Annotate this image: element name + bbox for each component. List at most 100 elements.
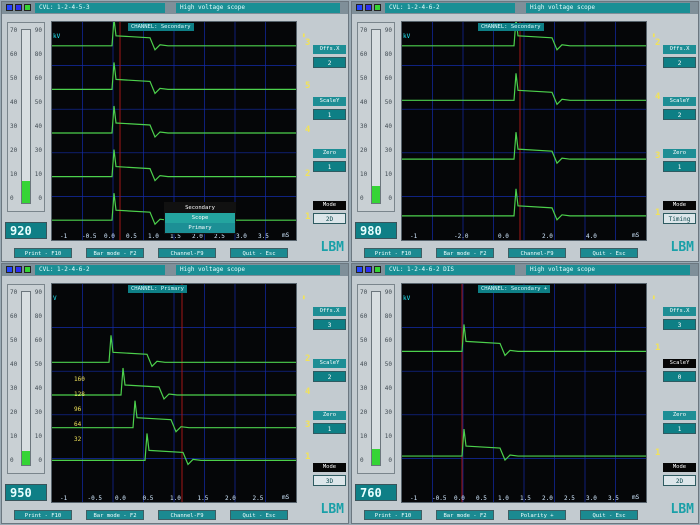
window-icon: [374, 266, 381, 273]
gauge-fill: [22, 451, 30, 465]
gauge-scale-right: 0: [38, 457, 42, 464]
x-tick-label: 2.5: [564, 495, 575, 502]
dropdown-item[interactable]: Primary: [165, 223, 235, 233]
bottom-button[interactable]: Print - F10: [14, 510, 72, 520]
bottom-button[interactable]: Bar mode - F2: [436, 510, 494, 520]
control-value[interactable]: Timing: [663, 213, 696, 224]
control-label: Zero: [313, 411, 346, 420]
gauge-scale-left: 60: [360, 313, 368, 320]
control-value[interactable]: 1: [313, 161, 346, 172]
bottom-button[interactable]: Bar mode - F2: [86, 510, 144, 520]
control-value[interactable]: 2D: [313, 213, 346, 224]
value-readout: 760: [355, 484, 397, 501]
channel-label: CHANNEL:: [481, 286, 511, 292]
app-root: CVL: 1-2-4-5-3 High voltage scope 70 60 50 40…: [0, 0, 700, 525]
brand-logo: LBM: [670, 240, 694, 255]
control-value[interactable]: 1: [313, 109, 346, 120]
window-icon: [374, 4, 381, 11]
gauge-scale-right: 90: [34, 289, 42, 296]
bottom-button[interactable]: Quit - Esc: [580, 248, 638, 258]
x-tick-label: 1.0: [148, 233, 159, 240]
trace-bank-number: 3: [305, 37, 311, 48]
x-tick-label: -1: [410, 233, 418, 240]
control-value[interactable]: 3D: [313, 475, 346, 486]
bottom-button[interactable]: Print - F10: [14, 248, 72, 258]
control-value[interactable]: 3: [313, 319, 346, 330]
gauge-scale-left: 30: [360, 123, 368, 130]
bottom-button[interactable]: Bar mode - F2: [436, 248, 494, 258]
trace-bank-number: 1: [655, 448, 661, 459]
cvl-title: CVL: 1-2-4-6-2 DIS: [385, 265, 515, 275]
x-tick-label: 0.0: [454, 495, 465, 502]
x-tick-label: 2.5: [252, 495, 264, 502]
scope-screen: [51, 283, 297, 503]
gauge-scale-left: 0: [360, 457, 364, 464]
control-value[interactable]: 1: [663, 423, 696, 434]
control-label: ScaleY: [663, 359, 696, 368]
gauge-scale-left: 10: [10, 433, 18, 440]
dropdown-item[interactable]: Scope: [165, 213, 235, 223]
cvl-title: CVL: 1-2-4-6-2: [35, 265, 165, 275]
window-icon: [365, 266, 372, 273]
bottom-button[interactable]: Bar mode - F2: [86, 248, 144, 258]
gauge-scale-right: 10: [384, 171, 392, 178]
channel-dropdown[interactable]: Secondary Scope Primary: [164, 202, 236, 234]
gauge-scale-right: 90: [34, 27, 42, 34]
bottom-button[interactable]: Quit - Esc: [230, 510, 288, 520]
bottom-button[interactable]: Quit - Esc: [230, 248, 288, 258]
gauge-scale-right: 0: [388, 195, 392, 202]
control-label: Zero: [663, 411, 696, 420]
trace-bank-number: 3: [655, 151, 661, 162]
trace-bank-number: 2: [305, 354, 311, 365]
control-value[interactable]: 2: [313, 57, 346, 68]
control-value[interactable]: 2: [313, 371, 346, 382]
dropdown-item[interactable]: Secondary: [165, 203, 235, 213]
gauge-scale-right: 40: [384, 385, 392, 392]
gauge-bar: [371, 291, 381, 466]
gauge-scale-right: 40: [384, 123, 392, 130]
level-gauge: 70 60 50 40 30 20 10 0 90 80 60 50 40 30 10 0: [357, 284, 395, 474]
control-value[interactable]: 2: [663, 109, 696, 120]
control-value[interactable]: 3: [663, 319, 696, 330]
bottom-button[interactable]: Polarity +: [508, 510, 566, 520]
gauge-scale-right: 10: [34, 171, 42, 178]
gauge-scale-right: 30: [384, 409, 392, 416]
x-tick-label: 3.5: [258, 233, 269, 240]
x-tick-label: 0.5: [126, 233, 137, 240]
app-title: High voltage scope: [176, 3, 340, 13]
bottom-button[interactable]: Quit - Esc: [580, 510, 638, 520]
bottom-button[interactable]: Channel-F9: [508, 248, 566, 258]
control-value[interactable]: 2: [663, 57, 696, 68]
control-value[interactable]: 2D: [663, 475, 696, 486]
control-label: Mode: [313, 201, 346, 210]
x-tick-label: -1: [60, 495, 68, 502]
bottom-button[interactable]: Print - F10: [364, 248, 422, 258]
scope-canvas: [402, 284, 646, 502]
x-tick-label: 2.5: [214, 233, 225, 240]
gauge-scale-right: 80: [34, 51, 42, 58]
trace-bank-number: 1: [655, 207, 661, 218]
control-value[interactable]: 1: [313, 423, 346, 434]
level-gauge: 70 60 50 40 30 20 10 0 90 80 60 50 40 30 10 0: [7, 284, 45, 474]
app-title: High voltage scope: [526, 3, 690, 13]
scope-panel: CVL: 1-2-4-5-3 High voltage scope 70 60 50 40…: [1, 1, 349, 262]
gauge-scale-left: 40: [10, 361, 18, 368]
value-readout: 950: [5, 484, 47, 501]
window-icon: [356, 266, 363, 273]
control-value[interactable]: 0: [663, 371, 696, 382]
control-value[interactable]: 1: [663, 161, 696, 172]
gauge-scale-right: 80: [384, 51, 392, 58]
bottom-button[interactable]: Channel-F9: [158, 248, 216, 258]
gauge-scale-left: 10: [360, 171, 368, 178]
bottom-button[interactable]: Channel-F9: [158, 510, 216, 520]
cvl-title: CVL: 1-2-4-5-3: [35, 3, 165, 13]
window-icon: [6, 266, 13, 273]
gauge-scale-left: 40: [10, 99, 18, 106]
title-bar: CVL: 1-2-4-6-2 DIS High voltage scope: [352, 264, 698, 276]
gauge-scale-right: 40: [34, 385, 42, 392]
bottom-button[interactable]: Print - F10: [364, 510, 422, 520]
gauge-scale-left: 20: [360, 409, 368, 416]
gauge-scale-left: 40: [360, 99, 368, 106]
x-tick-label: -0.5: [432, 495, 447, 502]
y-axis-label: 32: [74, 436, 82, 443]
